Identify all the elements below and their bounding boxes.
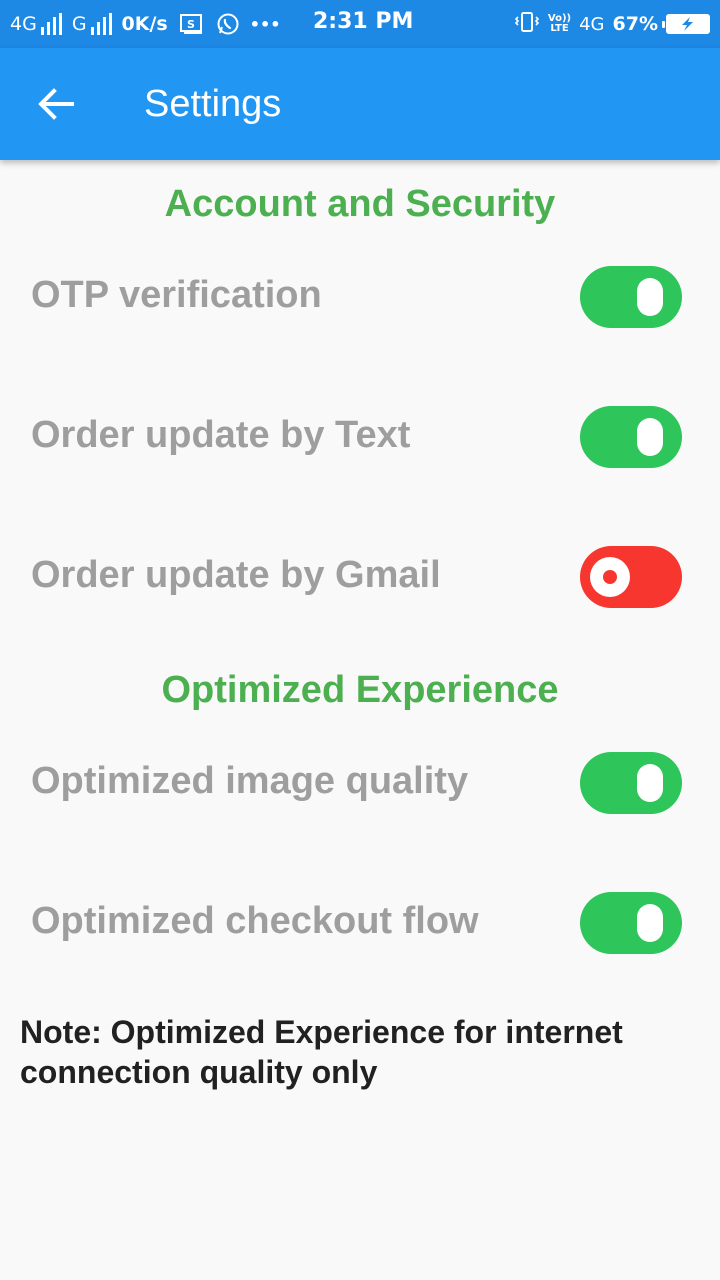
order-update-gmail-toggle[interactable] <box>580 546 682 608</box>
setting-row-order-update-text: Order update by Text <box>0 396 720 476</box>
vibrate-icon <box>514 11 540 37</box>
network-type-label-2: G <box>71 13 87 35</box>
svg-text:S: S <box>187 18 195 31</box>
toggle-knob <box>637 278 663 316</box>
more-notifications-icon: ••• <box>249 14 281 34</box>
volte-bottom-label: LTE <box>550 23 569 34</box>
setting-row-otp-verification: OTP verification <box>0 256 720 336</box>
setting-row-optimized-image-quality: Optimized image quality <box>0 742 720 822</box>
clock: 2:31 PM <box>313 9 414 34</box>
signal-icon <box>40 13 62 35</box>
toggle-knob <box>637 904 663 942</box>
setting-label: Order update by Text <box>31 414 411 456</box>
back-button[interactable] <box>32 82 80 126</box>
note-text: Note: Optimized Experience for internet … <box>20 1014 623 1090</box>
page-title: Settings <box>144 83 282 125</box>
signal-icon-2 <box>90 13 112 35</box>
setting-row-optimized-checkout-flow: Optimized checkout flow <box>0 882 720 962</box>
network-type-label-3: 4G <box>579 13 605 35</box>
volte-icon: Vo)) LTE <box>548 14 571 34</box>
status-bar: 4G G 0K/s S ••• 2:31 PM Vo)) LTE 4G 67% <box>0 0 720 48</box>
optimized-checkout-flow-toggle[interactable] <box>580 892 682 954</box>
battery-icon <box>662 14 710 34</box>
app-bar: Settings <box>0 48 720 160</box>
section-title-optimized-experience: Optimized Experience <box>161 669 559 711</box>
section-title-account-security: Account and Security <box>164 183 556 225</box>
toggle-knob <box>590 557 630 597</box>
arrow-back-icon <box>38 88 74 120</box>
toggle-knob <box>637 764 663 802</box>
setting-label: Optimized checkout flow <box>31 900 479 942</box>
setting-label: Order update by Gmail <box>31 554 441 596</box>
setting-row-order-update-gmail: Order update by Gmail <box>0 536 720 616</box>
optimized-image-quality-toggle[interactable] <box>580 752 682 814</box>
network-type-label: 4G <box>10 13 37 35</box>
toggle-knob <box>637 418 663 456</box>
whatsapp-icon <box>216 12 240 36</box>
battery-percent: 67% <box>612 13 658 35</box>
setting-label: OTP verification <box>31 274 322 316</box>
data-speed: 0K/s <box>121 13 168 35</box>
otp-verification-toggle[interactable] <box>580 266 682 328</box>
order-update-text-toggle[interactable] <box>580 406 682 468</box>
setting-label: Optimized image quality <box>31 760 469 802</box>
screenshot-icon: S <box>179 13 204 35</box>
